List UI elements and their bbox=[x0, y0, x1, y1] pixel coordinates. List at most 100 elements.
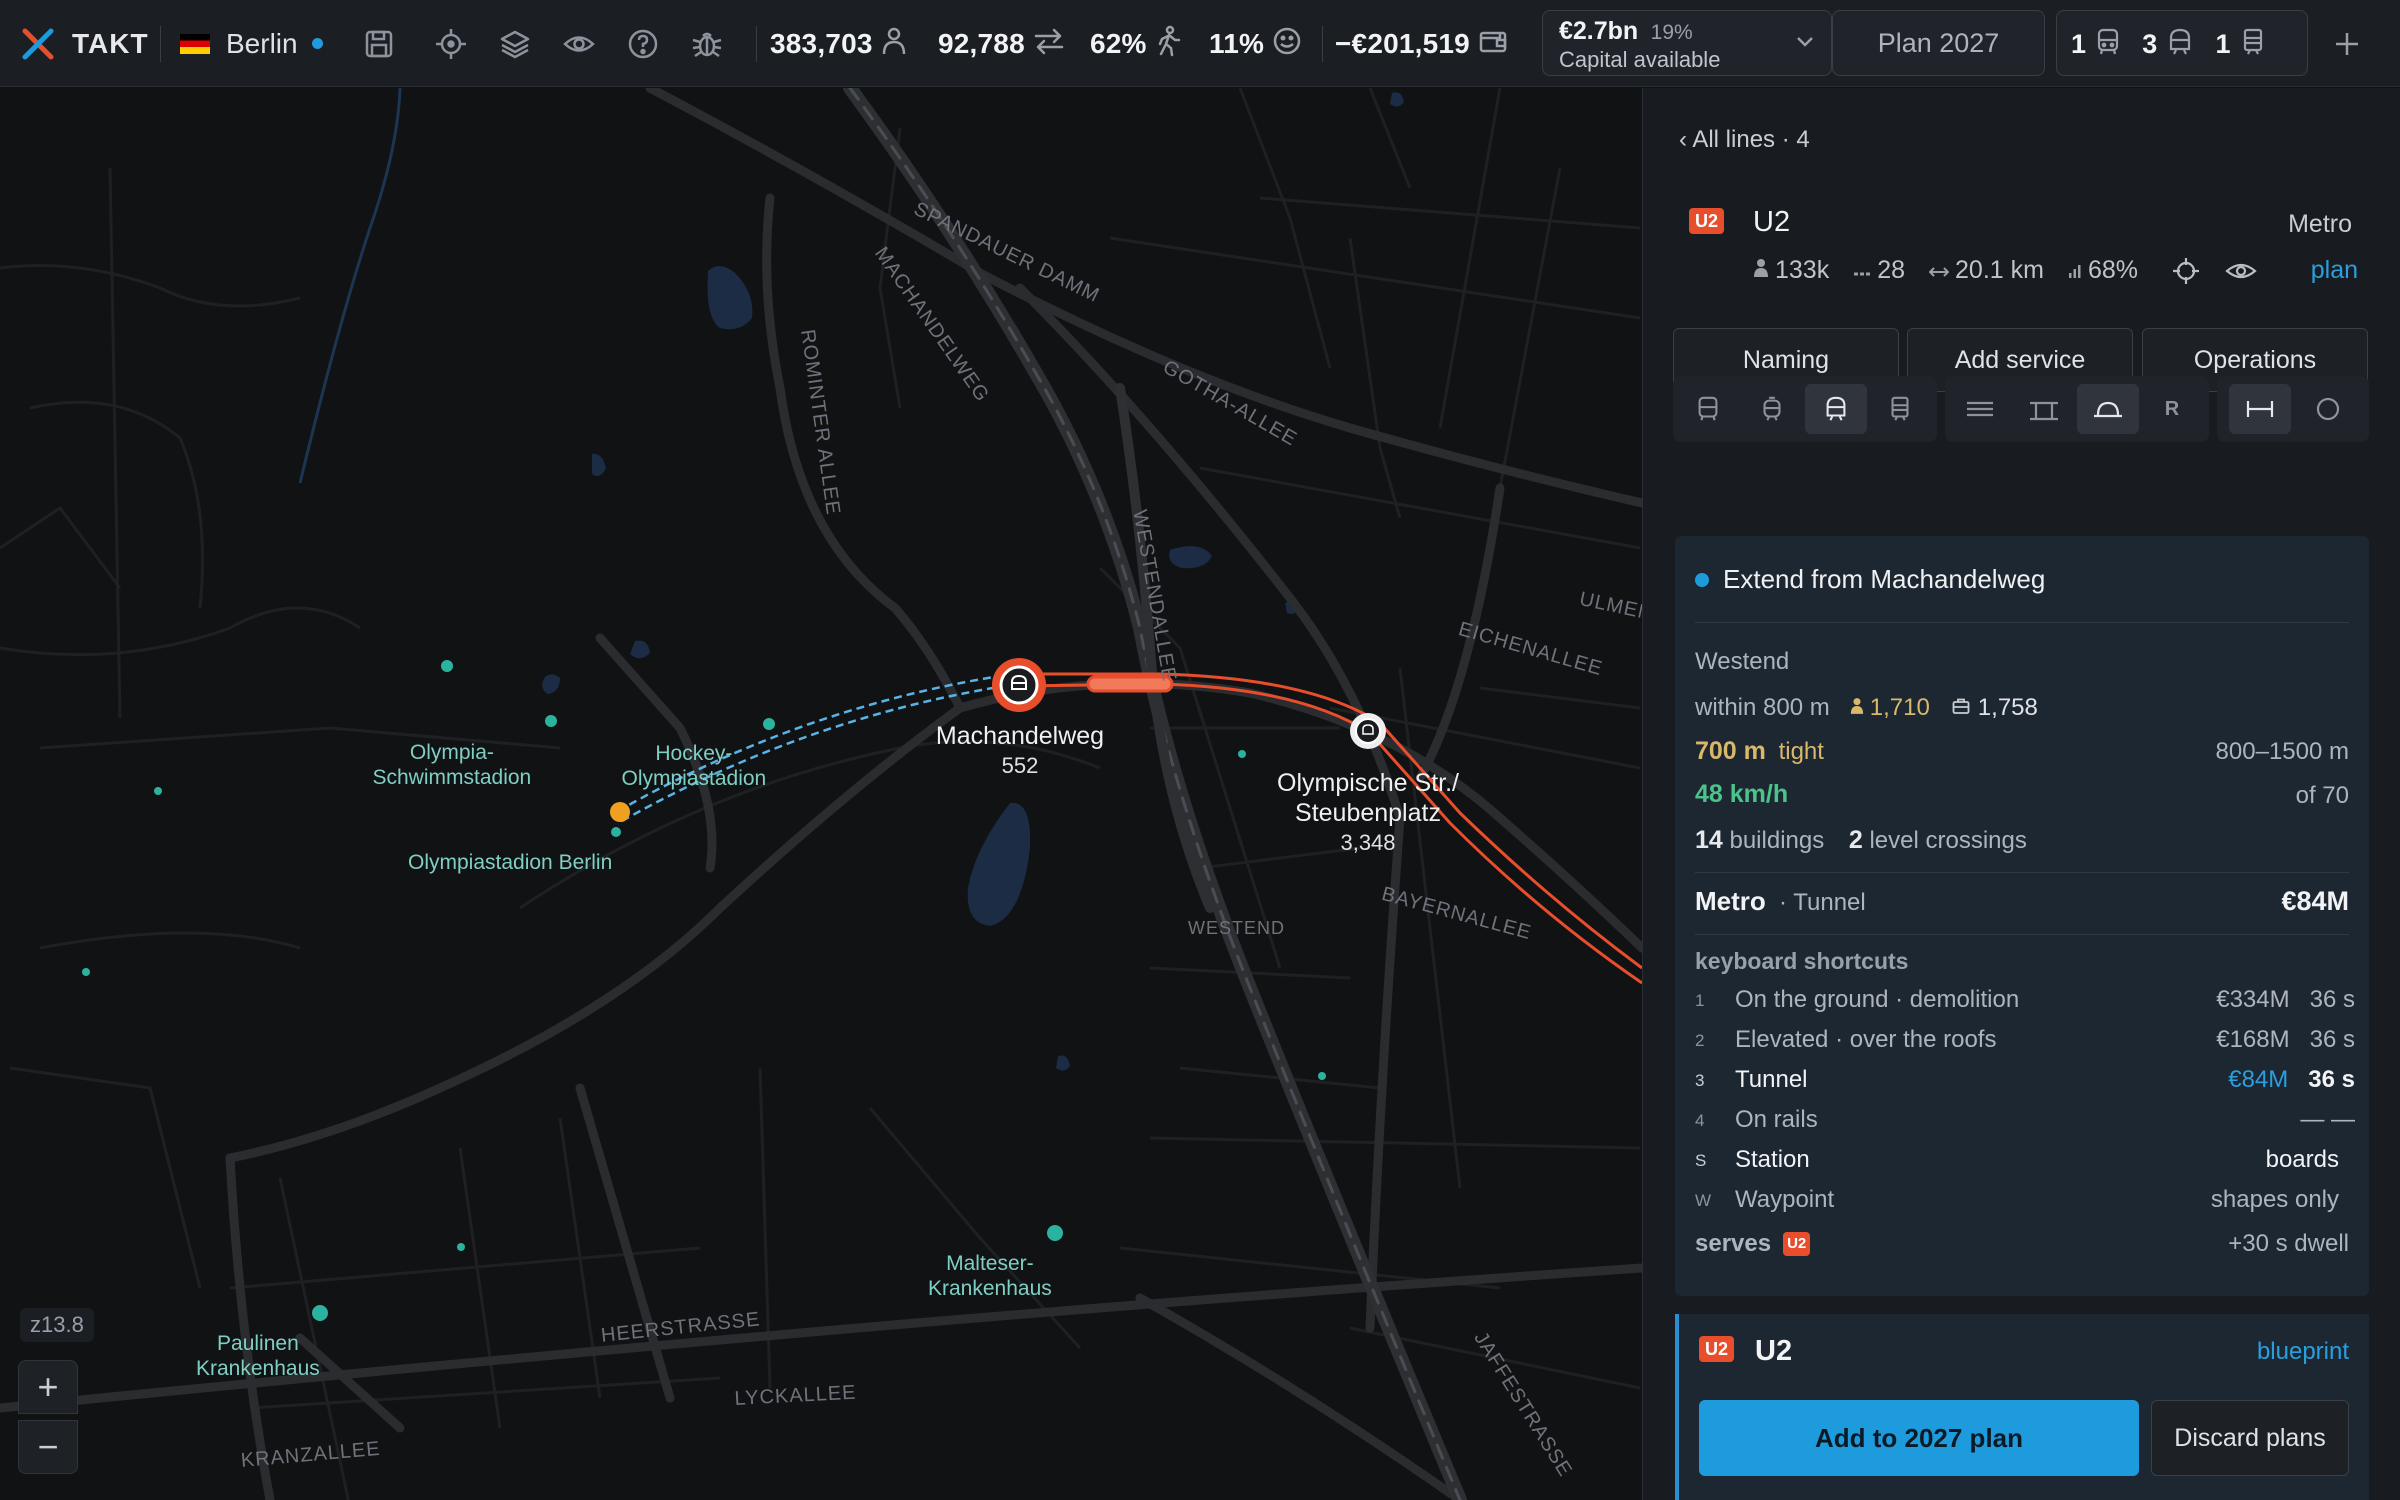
metro-mode-icon[interactable] bbox=[1805, 384, 1867, 434]
balance-stat: −€201,519 bbox=[1335, 0, 1508, 87]
visibility-icon[interactable] bbox=[562, 0, 596, 87]
trips-value: 92,788 bbox=[938, 27, 1025, 59]
plan-year-button[interactable]: Plan 2027 bbox=[1832, 10, 2045, 76]
poi-label: Olympia- Schwimmstadion bbox=[372, 741, 532, 789]
line-stats: 133k 28 20.1 km 68% bbox=[1753, 256, 2138, 285]
tunnel-icon[interactable] bbox=[2077, 384, 2139, 434]
extension-detail-card: Extend from Machandelweg Westend within … bbox=[1675, 536, 2369, 1296]
locate-icon[interactable] bbox=[434, 0, 468, 87]
train-mode-icon[interactable] bbox=[1869, 384, 1931, 434]
bus-mode-icon[interactable] bbox=[1677, 384, 1739, 434]
speed-max: of 70 bbox=[2295, 782, 2349, 809]
all-lines-link[interactable]: ‹ All lines · 4 bbox=[1679, 126, 1810, 154]
shortcut-tunnel[interactable]: 3 Tunnel €84M 36 s bbox=[1695, 1062, 2355, 1102]
shortcut-on-rails[interactable]: 4 On rails — — bbox=[1695, 1102, 2355, 1142]
tram-mode-icon[interactable] bbox=[1741, 384, 1803, 434]
area-name: Westend bbox=[1695, 648, 1790, 675]
line-type: Metro bbox=[2288, 210, 2352, 238]
line-visibility-icon[interactable] bbox=[2225, 258, 2257, 289]
station-olympische-str-marker[interactable] bbox=[1350, 713, 1386, 749]
satisfaction-stat: 11% bbox=[1209, 0, 1302, 87]
germany-flag-icon bbox=[180, 33, 210, 54]
walking-person-icon bbox=[1155, 25, 1181, 62]
crossings-count: 2 bbox=[1848, 826, 1863, 854]
rails-r-button[interactable]: R bbox=[2141, 384, 2203, 434]
person-icon bbox=[881, 26, 907, 61]
wallet-icon bbox=[1478, 26, 1508, 61]
straight-segment-icon[interactable] bbox=[2229, 384, 2291, 434]
debug-bug-icon[interactable] bbox=[690, 0, 724, 87]
fleet-train-count: 1 bbox=[2215, 28, 2231, 59]
capital-dropdown[interactable]: €2.7bn 19% Capital available bbox=[1542, 10, 1832, 76]
live-dot-icon bbox=[311, 38, 323, 49]
app-name: TAKT bbox=[72, 27, 149, 59]
obstacles-row: 14 buildings 2 level crossings bbox=[1695, 826, 2027, 855]
blueprint-link[interactable]: blueprint bbox=[2257, 1338, 2349, 1366]
fleet-metro-count: 3 bbox=[2142, 28, 2158, 59]
walk-share-stat: 62% bbox=[1090, 0, 1181, 87]
capital-percent: 19% bbox=[1650, 21, 1693, 44]
trips-stat: 92,788 bbox=[938, 0, 1065, 87]
vehicle-type-selector bbox=[1673, 376, 1937, 442]
station-machandelweg-marker[interactable] bbox=[992, 658, 1046, 712]
spacing-note: tight bbox=[1778, 738, 1824, 765]
construction-type-selector: R bbox=[1945, 376, 2209, 442]
extension-cost: €84M bbox=[2281, 886, 2349, 916]
add-plus-icon[interactable] bbox=[2333, 0, 2361, 87]
shortcut-station[interactable]: S Station boards bbox=[1695, 1142, 2355, 1182]
shortcut-elevated[interactable]: 2 Elevated · over the roofs €168M 36 s bbox=[1695, 1022, 2355, 1062]
signal-bars-icon bbox=[2068, 256, 2082, 285]
serves-line-badge: U2 bbox=[1783, 1232, 1811, 1256]
shortcut-waypoint[interactable]: W Waypoint shapes only bbox=[1695, 1182, 2355, 1222]
plan-link[interactable]: plan bbox=[2311, 256, 2358, 285]
buildings-count: 14 bbox=[1695, 826, 1723, 854]
line-length: 20.1 km bbox=[1955, 256, 2044, 284]
crossings-label: level crossings bbox=[1869, 827, 2027, 854]
discard-plans-button[interactable]: Discard plans bbox=[2151, 1400, 2349, 1476]
fleet-summary[interactable]: 1 3 1 bbox=[2056, 10, 2308, 76]
stops-dash-icon bbox=[1853, 256, 1871, 285]
locate-line-icon[interactable] bbox=[2171, 256, 2201, 291]
line-riders: 133k bbox=[1775, 256, 1830, 284]
line-load: 68% bbox=[2087, 256, 2139, 284]
station-ridership: 3,348 bbox=[1340, 830, 1396, 855]
smiley-icon bbox=[1272, 26, 1302, 61]
line-name: U2 bbox=[1753, 206, 1791, 238]
capital-label: Capital available bbox=[1559, 47, 1721, 72]
map-view[interactable]: SPANDAUER DAMM MACHANDELWEG ROMINTER ALL… bbox=[0, 88, 1642, 1500]
add-to-plan-button[interactable]: Add to 2027 plan bbox=[1699, 1400, 2139, 1476]
mode-name: Metro bbox=[1695, 886, 1766, 916]
catchment-jobs: 1,758 bbox=[1977, 694, 2038, 721]
poi-label: Paulinen Krankenhaus bbox=[196, 1332, 320, 1380]
city-selector[interactable]: Berlin bbox=[180, 0, 323, 87]
person-small-icon bbox=[1753, 256, 1769, 285]
mode-detail: · Tunnel bbox=[1779, 889, 1866, 916]
balance-value: −€201,519 bbox=[1335, 27, 1470, 59]
zoom-in-button[interactable]: + bbox=[18, 1360, 78, 1414]
bus-icon bbox=[2096, 27, 2120, 62]
shortcut-on-ground[interactable]: 1 On the ground · demolition €334M 36 s bbox=[1695, 982, 2355, 1022]
elevated-icon[interactable] bbox=[2013, 384, 2075, 434]
serves-label: serves bbox=[1695, 1230, 1772, 1257]
transfer-arrows-icon bbox=[1033, 26, 1065, 61]
extension-title: Extend from Machandelweg bbox=[1723, 564, 2046, 594]
line-stations: 28 bbox=[1877, 256, 1906, 284]
metro-icon bbox=[2167, 27, 2193, 62]
spacing-range: 800–1500 m bbox=[2215, 738, 2349, 765]
layers-icon[interactable] bbox=[498, 0, 532, 87]
buildings-label: buildings bbox=[1729, 827, 1825, 854]
chevron-down-icon bbox=[1797, 37, 1813, 47]
ground-level-icon[interactable] bbox=[1949, 384, 2011, 434]
mode-row: Metro · Tunnel bbox=[1695, 886, 1866, 917]
train-icon bbox=[2241, 27, 2265, 62]
person-small-icon bbox=[1850, 694, 1864, 722]
save-icon[interactable] bbox=[362, 0, 396, 87]
loop-circle-icon[interactable] bbox=[2297, 384, 2359, 434]
help-icon[interactable] bbox=[626, 0, 660, 87]
zoom-out-button[interactable]: − bbox=[18, 1420, 78, 1474]
briefcase-icon bbox=[1952, 694, 1970, 722]
plus-icon: + bbox=[37, 1366, 59, 1407]
app-logo bbox=[20, 0, 56, 87]
plan-line-name: U2 bbox=[1755, 1335, 1793, 1367]
line-badge: U2 bbox=[1689, 208, 1725, 234]
